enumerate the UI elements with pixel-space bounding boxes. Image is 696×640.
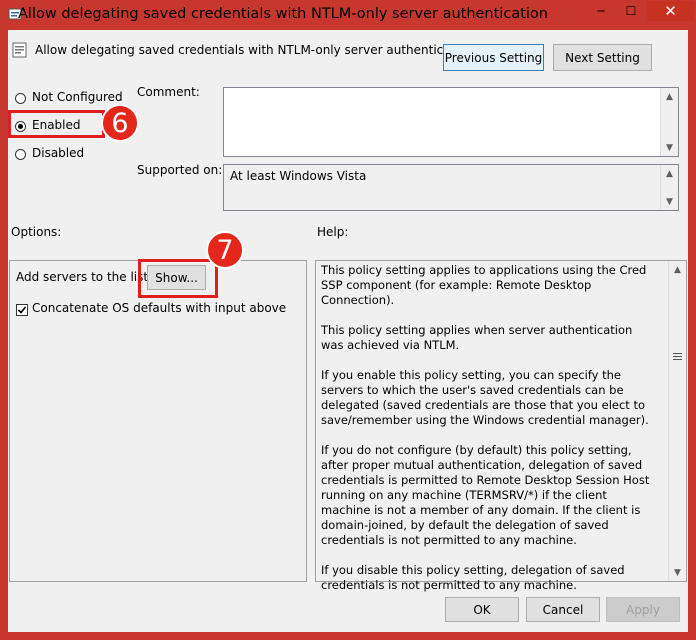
window-title: Allow delegating saved credentials with … [18,6,548,22]
maximize-button[interactable]: ☐ [616,1,646,21]
setting-name: Allow delegating saved credentials with … [35,43,474,57]
not-configured-radio[interactable] [15,93,26,104]
options-heading: Options: [11,225,62,239]
help-paragraph: This policy setting applies when server … [321,323,633,352]
add-servers-label: Add servers to the list: [16,270,153,284]
dialog-window: Allow delegating saved credentials with … [0,0,696,640]
step6-highlight [8,110,105,138]
concatenate-label[interactable]: Concatenate OS defaults with input above [32,301,286,315]
checkmark-icon [17,306,27,314]
help-paragraph: If you disable this policy setting, dele… [321,563,625,592]
next-setting-button[interactable]: Next Setting [553,44,652,71]
previous-setting-button[interactable]: Previous Setting [443,44,544,71]
concatenate-checkbox[interactable] [16,304,28,316]
help-paragraph: This policy setting applies to applicati… [321,263,647,307]
close-button[interactable]: ✕ [647,1,694,21]
supported-on-label: Supported on: [137,163,223,177]
scroll-down-icon[interactable]: ▼ [661,139,678,156]
help-text: This policy setting applies to applicati… [321,263,656,608]
scroll-up-icon[interactable]: ▲ [669,261,686,278]
scroll-grip-icon[interactable] [673,353,682,362]
ok-button[interactable]: OK [445,597,519,622]
comment-field[interactable]: ▲ ▼ [223,87,679,157]
title-bar[interactable]: Allow delegating saved credentials with … [1,1,695,30]
help-panel: This policy setting applies to applicati… [315,260,687,592]
dialog-client: Allow delegating saved credentials with … [8,30,688,632]
step6-badge: 6 [101,104,139,142]
scroll-up-icon[interactable]: ▲ [661,165,678,182]
supported-on-field: At least Windows Vista ▲ ▼ [223,164,679,211]
comment-label: Comment: [137,85,200,99]
help-paragraph: If you do not configure (by default) thi… [321,443,650,547]
setting-icon [12,42,27,58]
supported-scrollbar[interactable]: ▲ ▼ [660,165,678,210]
step7-badge: 7 [206,231,244,269]
minimize-button[interactable]: ─ [586,1,616,21]
supported-on-value: At least Windows Vista [230,169,367,183]
cancel-button[interactable]: Cancel [526,597,600,622]
disabled-label[interactable]: Disabled [32,146,84,160]
comment-scrollbar[interactable]: ▲ ▼ [660,88,678,156]
scroll-down-icon[interactable]: ▼ [669,564,686,581]
step7-highlight [138,259,218,298]
scroll-up-icon[interactable]: ▲ [661,88,678,105]
scroll-down-icon[interactable]: ▼ [661,193,678,210]
apply-button[interactable]: Apply [606,597,680,622]
not-configured-label[interactable]: Not Configured [32,90,123,104]
close-icon: ✕ [664,2,677,20]
minimize-icon: ─ [597,4,605,18]
help-paragraph: If you enable this policy setting, you c… [321,368,649,427]
maximize-icon: ☐ [625,4,637,18]
options-panel: Add servers to the list: Show... Concate… [9,260,307,582]
help-heading: Help: [317,225,349,239]
disabled-radio[interactable] [15,149,26,160]
help-scrollbar[interactable]: ▲ ▼ [668,261,686,581]
